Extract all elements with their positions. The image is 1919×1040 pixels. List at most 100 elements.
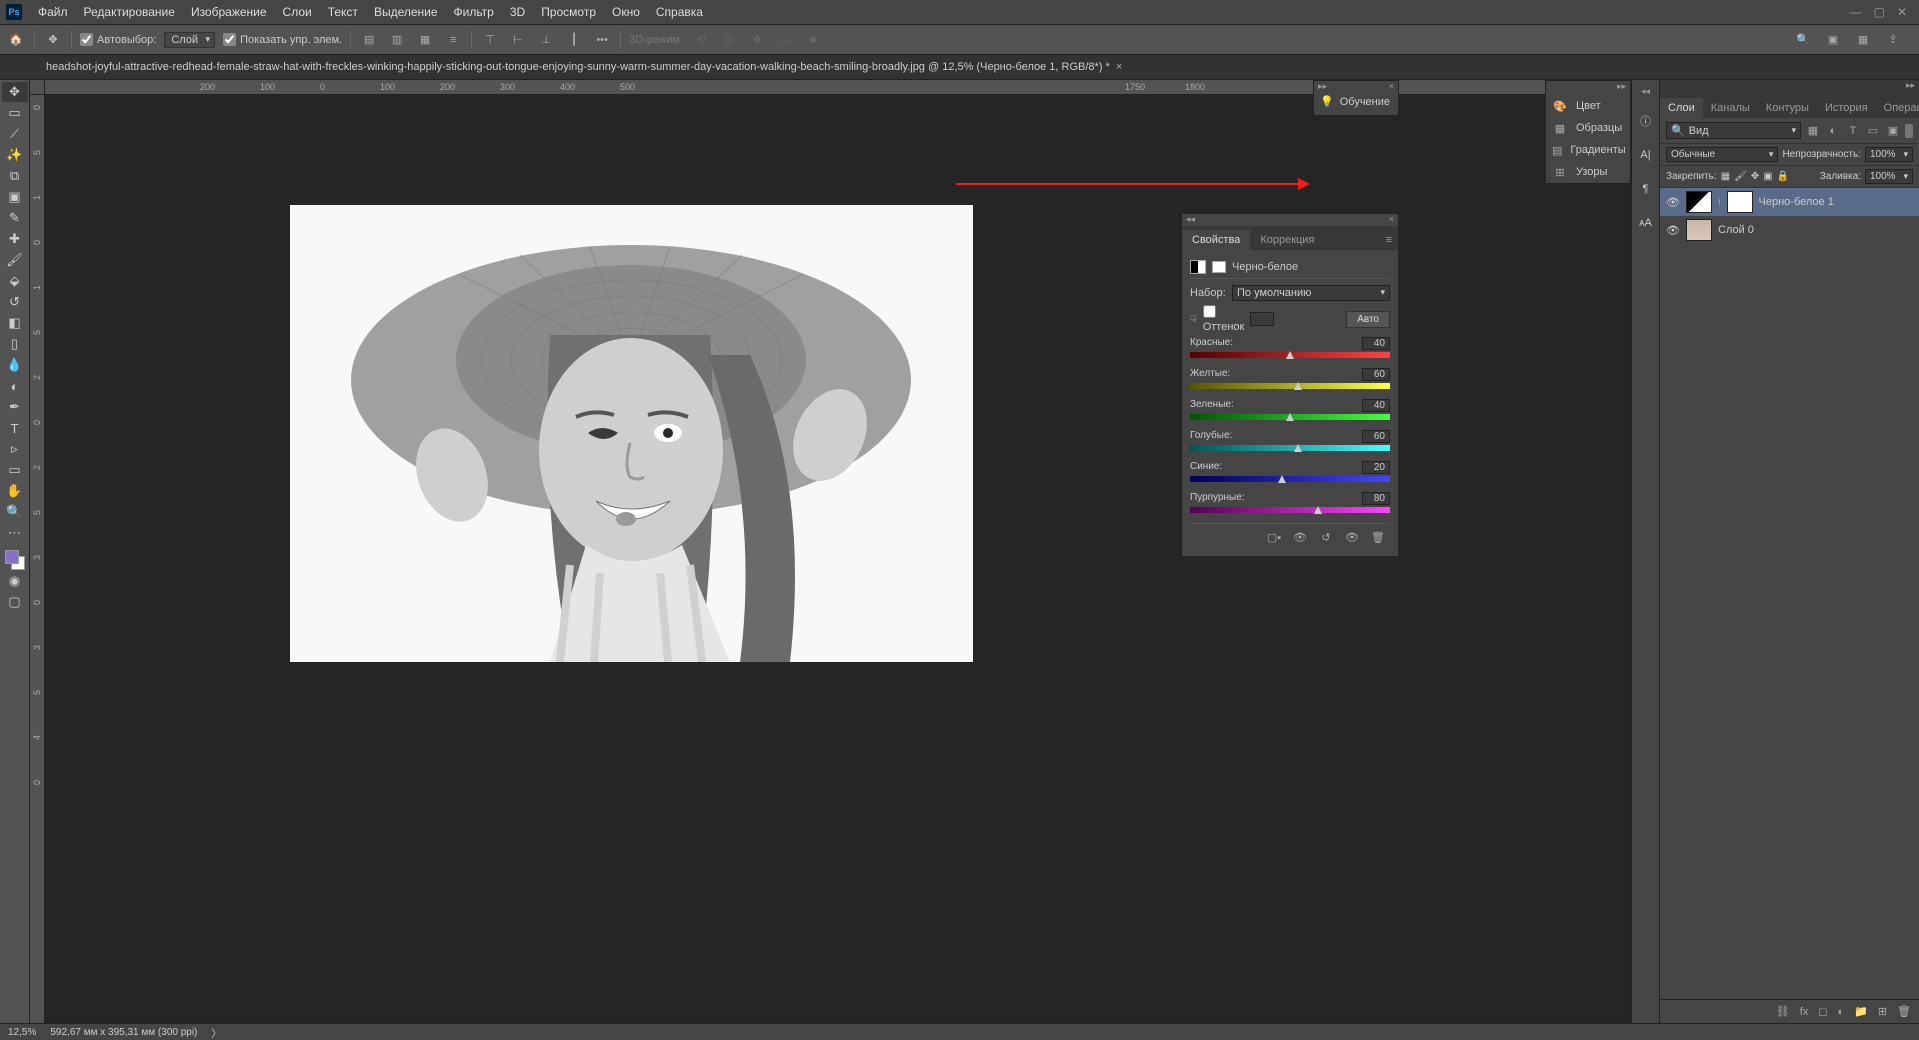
- lock-pixels-icon[interactable]: 🖌: [1734, 171, 1747, 182]
- color-swatch[interactable]: [5, 550, 25, 570]
- edit-toolbar[interactable]: ⋯: [2, 523, 28, 543]
- canvas[interactable]: 200100010020030040050017501800 051015202…: [30, 80, 1659, 1023]
- path-tool[interactable]: ▹: [2, 439, 28, 459]
- menu-просмотр[interactable]: Просмотр: [533, 5, 604, 19]
- shape-tool[interactable]: ▭: [2, 460, 28, 480]
- info-icon[interactable]: ⓘ: [1636, 111, 1656, 131]
- reset-icon[interactable]: ↺: [1318, 530, 1334, 544]
- panel-tab[interactable]: Контуры: [1758, 98, 1817, 118]
- trash-icon[interactable]: 🗑: [1370, 530, 1386, 544]
- type-tool[interactable]: T: [2, 418, 28, 438]
- home-icon[interactable]: 🏠: [6, 30, 26, 50]
- hand-scrubby-icon[interactable]: ☟: [1190, 313, 1197, 326]
- visibility-icon[interactable]: 👁: [1666, 196, 1680, 209]
- menu-изображение[interactable]: Изображение: [183, 5, 275, 19]
- flyout-item[interactable]: 🎨Цвет: [1546, 95, 1630, 117]
- marquee-tool[interactable]: ▭: [2, 103, 28, 123]
- search-icon[interactable]: 🔍: [1793, 30, 1813, 50]
- close-icon[interactable]: ✕: [1897, 5, 1907, 19]
- ruler-horizontal[interactable]: 200100010020030040050017501800: [45, 80, 1659, 95]
- layer-row[interactable]: 👁Слой 0: [1660, 216, 1919, 244]
- menu-редактирование[interactable]: Редактирование: [76, 5, 183, 19]
- layer-style-icon[interactable]: fx: [1800, 1006, 1809, 1018]
- menu-текст[interactable]: Текст: [320, 5, 366, 19]
- document-tab[interactable]: headshot-joyful-attractive-redhead-femal…: [36, 56, 1132, 78]
- lock-all-icon[interactable]: 🔒: [1777, 171, 1789, 182]
- panel-tab[interactable]: Слои: [1660, 98, 1703, 118]
- wand-tool[interactable]: ✨: [2, 145, 28, 165]
- align-right-icon[interactable]: ▦: [415, 30, 435, 50]
- collapse-icon[interactable]: ▸▸: [1318, 81, 1327, 93]
- eyedropper-tool[interactable]: ✎: [2, 208, 28, 228]
- pen-tool[interactable]: ✒: [2, 397, 28, 417]
- color-slider[interactable]: Синие:20: [1190, 461, 1390, 482]
- filter-toggle-icon[interactable]: [1905, 124, 1913, 138]
- share-icon[interactable]: ⇪: [1883, 30, 1903, 50]
- frame-tool[interactable]: ▣: [2, 187, 28, 207]
- filter-smart-icon[interactable]: ▣: [1885, 124, 1901, 138]
- layer-row[interactable]: 👁⁞Черно-белое 1: [1660, 188, 1919, 216]
- previous-state-icon[interactable]: 👁: [1292, 530, 1308, 544]
- frame-icon[interactable]: ▣: [1823, 30, 1843, 50]
- tint-swatch[interactable]: [1250, 312, 1274, 326]
- collapse-icon[interactable]: ▸▸: [1617, 81, 1626, 95]
- move-tool-icon[interactable]: ✥: [43, 30, 63, 50]
- align-top-icon[interactable]: ⊤: [480, 30, 500, 50]
- flyout-item[interactable]: ⊞Узоры: [1546, 161, 1630, 183]
- align-center-icon[interactable]: ▥: [387, 30, 407, 50]
- lock-transparent-icon[interactable]: ▦: [1721, 171, 1730, 182]
- panel-tab[interactable]: Операции: [1876, 98, 1919, 118]
- close-icon[interactable]: ×: [1389, 214, 1394, 226]
- layer-mask-icon[interactable]: ◻: [1818, 1005, 1827, 1018]
- filter-shape-icon[interactable]: ▭: [1865, 124, 1881, 138]
- layer-filter-select[interactable]: 🔍 Вид: [1666, 122, 1801, 139]
- hand-tool[interactable]: ✋: [2, 481, 28, 501]
- screenmode-tool[interactable]: ▢: [2, 592, 28, 612]
- dodge-tool[interactable]: ◐: [2, 376, 28, 396]
- auto-select-target[interactable]: Слой: [164, 32, 215, 48]
- tint-checkbox[interactable]: Оттенок: [1203, 305, 1245, 333]
- move-tool[interactable]: ✥: [2, 82, 28, 102]
- color-slider[interactable]: Зеленые:40: [1190, 399, 1390, 420]
- quickmask-tool[interactable]: ◉: [2, 571, 28, 591]
- align-bottom-icon[interactable]: ⊥: [536, 30, 556, 50]
- menu-файл[interactable]: Файл: [30, 5, 76, 19]
- distribute-v-icon[interactable]: ┃: [564, 30, 584, 50]
- collapse-icon[interactable]: ▸▸: [1906, 80, 1915, 94]
- stamp-tool[interactable]: ⬙: [2, 271, 28, 291]
- collapse-icon[interactable]: ◂◂: [1186, 214, 1195, 226]
- flyout-item[interactable]: ▤Градиенты: [1546, 139, 1630, 161]
- status-chevron-icon[interactable]: 〉: [211, 1025, 221, 1040]
- glyph-icon[interactable]: ᴀA: [1636, 213, 1656, 233]
- minimize-icon[interactable]: —: [1850, 5, 1862, 19]
- auto-button[interactable]: Авто: [1346, 311, 1390, 328]
- link-layers-icon[interactable]: ⛓: [1776, 1005, 1790, 1018]
- distribute-icon[interactable]: ≡: [443, 30, 463, 50]
- filter-pixel-icon[interactable]: ▦: [1805, 124, 1821, 138]
- zoom-value[interactable]: 12,5%: [8, 1027, 36, 1038]
- menu-выделение[interactable]: Выделение: [366, 5, 446, 19]
- paragraph-icon[interactable]: ¶: [1636, 179, 1656, 199]
- align-left-icon[interactable]: ▤: [359, 30, 379, 50]
- color-slider[interactable]: Пурпурные:80: [1190, 492, 1390, 513]
- visibility-icon[interactable]: 👁: [1666, 224, 1680, 237]
- align-vcenter-icon[interactable]: ⊢: [508, 30, 528, 50]
- character-icon[interactable]: A|: [1636, 145, 1656, 165]
- color-slider[interactable]: Красные:40: [1190, 337, 1390, 358]
- color-slider[interactable]: Желтые:60: [1190, 368, 1390, 389]
- tab-corrections[interactable]: Коррекция: [1250, 230, 1324, 250]
- lock-position-icon[interactable]: ✥: [1751, 171, 1759, 182]
- brush-tool[interactable]: 🖌: [2, 250, 28, 270]
- tab-close-icon[interactable]: ×: [1116, 56, 1122, 78]
- panel-menu-icon[interactable]: ≡: [1380, 230, 1398, 250]
- filter-type-icon[interactable]: T: [1845, 124, 1861, 138]
- delete-layer-icon[interactable]: 🗑: [1897, 1005, 1911, 1018]
- panel-tab[interactable]: История: [1817, 98, 1876, 118]
- visibility-icon[interactable]: 👁: [1344, 530, 1360, 544]
- ruler-origin[interactable]: [30, 80, 45, 95]
- arrange-icon[interactable]: ▦: [1853, 30, 1873, 50]
- fill-value[interactable]: 100%: [1865, 169, 1913, 184]
- menu-фильтр[interactable]: Фильтр: [446, 5, 502, 19]
- tab-properties[interactable]: Свойства: [1182, 230, 1250, 250]
- close-icon[interactable]: ×: [1389, 81, 1394, 93]
